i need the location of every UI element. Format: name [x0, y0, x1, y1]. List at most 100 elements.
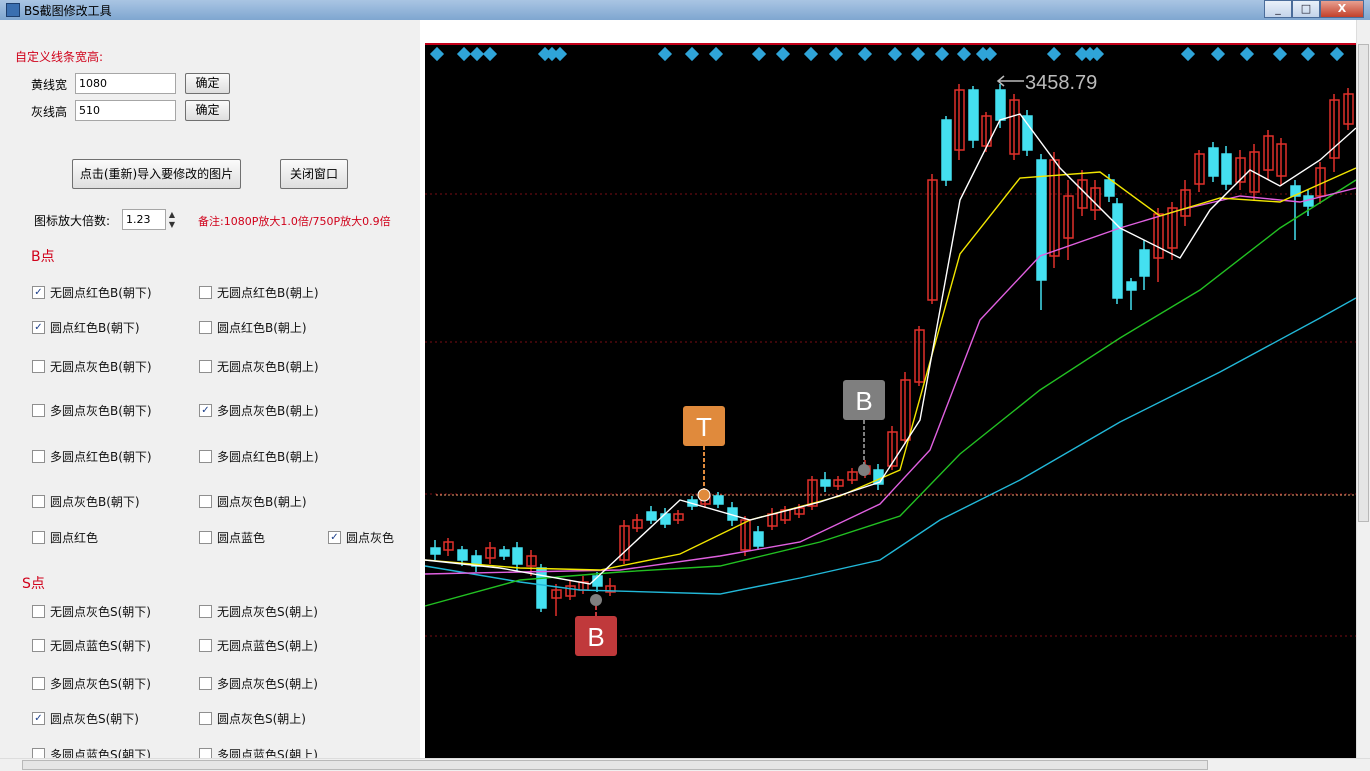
unchecked-box-icon[interactable] — [32, 404, 45, 417]
candle-body — [457, 549, 468, 561]
candle-body — [820, 479, 831, 487]
chart-image-area: T B B 3458.79 — [420, 20, 1357, 758]
option-label: 无圆点红色B(朝下) — [50, 286, 152, 300]
zoom-note: 备注:1080P放大1.0倍/750P放大0.9倍 — [198, 215, 391, 228]
option-label: 多圆点灰色S(朝下) — [50, 677, 151, 691]
option-checkbox[interactable]: 多圆点灰色S(朝下) — [32, 675, 151, 692]
option-checkbox[interactable]: ✓ 圆点灰色S(朝下) — [32, 710, 139, 727]
unchecked-box-icon[interactable] — [32, 605, 45, 618]
option-checkbox[interactable]: 圆点红色B(朝上) — [199, 319, 307, 336]
option-label: 圆点灰色B(朝下) — [50, 495, 140, 509]
checked-box-icon[interactable]: ✓ — [328, 531, 341, 544]
option-checkbox[interactable]: 多圆点灰色S(朝上) — [199, 675, 318, 692]
vertical-scrollbar[interactable] — [1356, 20, 1370, 758]
title-bar: BS截图修改工具 _ □ X — [0, 0, 1370, 20]
unchecked-box-icon[interactable] — [199, 605, 212, 618]
zoom-label: 图标放大倍数: — [34, 214, 111, 228]
yellow-width-label: 黄线宽 — [31, 78, 68, 92]
option-label: 多圆点灰色B(朝下) — [50, 404, 152, 418]
candle-body — [753, 531, 764, 547]
zoom-input[interactable]: 1.23 — [122, 209, 166, 230]
option-checkbox[interactable]: 无圆点灰色S(朝下) — [32, 603, 151, 620]
option-checkbox[interactable]: 无圆点灰色S(朝上) — [199, 603, 318, 620]
checked-box-icon[interactable]: ✓ — [32, 286, 45, 299]
marker-dot — [697, 488, 711, 502]
import-image-button[interactable]: 点击(重新)导入要修改的图片 — [72, 159, 241, 189]
yellow-width-input[interactable]: 1080 — [75, 73, 176, 94]
option-label: 无圆点蓝色S(朝上) — [217, 639, 318, 653]
maximize-button[interactable]: □ — [1292, 0, 1320, 18]
checked-box-icon[interactable]: ✓ — [32, 321, 45, 334]
peak-price-label: 3458.79 — [1025, 72, 1097, 94]
unchecked-box-icon[interactable] — [199, 531, 212, 544]
candle-body — [1221, 153, 1232, 185]
option-checkbox[interactable]: ✓ 无圆点红色B(朝下) — [32, 284, 152, 301]
option-checkbox[interactable]: 多圆点红色B(朝下) — [32, 448, 152, 465]
option-label: 多圆点红色B(朝上) — [217, 450, 319, 464]
vertical-scroll-thumb[interactable] — [1358, 44, 1369, 522]
unchecked-box-icon[interactable] — [32, 360, 45, 373]
option-label: 圆点灰色B(朝上) — [217, 495, 307, 509]
unchecked-box-icon[interactable] — [199, 286, 212, 299]
zoom-spinner[interactable]: ▲ ▼ — [167, 210, 177, 230]
marker-letter: T — [696, 412, 712, 442]
gray-height-label: 灰线高 — [31, 105, 68, 119]
option-checkbox[interactable]: ✓ 圆点灰色 — [328, 529, 394, 546]
candle-body — [1126, 281, 1137, 291]
option-checkbox[interactable]: 圆点灰色S(朝上) — [199, 710, 306, 727]
unchecked-box-icon[interactable] — [199, 321, 212, 334]
option-checkbox[interactable]: 无圆点灰色B(朝下) — [32, 358, 152, 375]
app-icon — [6, 3, 20, 17]
candle-body — [660, 513, 671, 525]
candle-body — [512, 547, 523, 565]
unchecked-box-icon[interactable] — [32, 639, 45, 652]
confirm-yellow-button[interactable]: 确定 — [185, 73, 230, 94]
candle-body — [1139, 249, 1150, 277]
unchecked-box-icon[interactable] — [32, 677, 45, 690]
option-checkbox[interactable]: 多圆点红色B(朝上) — [199, 448, 319, 465]
unchecked-box-icon[interactable] — [199, 495, 212, 508]
close-button[interactable]: X — [1320, 0, 1364, 18]
option-label: 无圆点灰色S(朝下) — [50, 605, 151, 619]
close-window-button[interactable]: 关闭窗口 — [280, 159, 348, 189]
unchecked-box-icon[interactable] — [199, 639, 212, 652]
option-checkbox[interactable]: 圆点灰色B(朝下) — [32, 493, 140, 510]
option-checkbox[interactable]: 无圆点蓝色S(朝下) — [32, 637, 151, 654]
option-label: 圆点红色B(朝下) — [50, 321, 140, 335]
option-label: 多圆点红色B(朝下) — [50, 450, 152, 464]
option-checkbox[interactable]: 无圆点红色B(朝上) — [199, 284, 319, 301]
option-checkbox[interactable]: 圆点蓝色 — [199, 529, 265, 546]
option-checkbox[interactable]: 圆点红色 — [32, 529, 98, 546]
checked-box-icon[interactable]: ✓ — [32, 712, 45, 725]
unchecked-box-icon[interactable] — [32, 531, 45, 544]
minimize-button[interactable]: _ — [1264, 0, 1292, 18]
horizontal-scrollbar[interactable] — [0, 758, 1370, 771]
option-checkbox[interactable]: ✓ 圆点红色B(朝下) — [32, 319, 140, 336]
unchecked-box-icon[interactable] — [199, 450, 212, 463]
candle-body — [941, 119, 952, 181]
gray-height-input[interactable]: 510 — [75, 100, 176, 121]
option-label: 圆点灰色 — [346, 531, 395, 545]
checked-box-icon[interactable]: ✓ — [199, 404, 212, 417]
unchecked-box-icon[interactable] — [32, 495, 45, 508]
option-checkbox[interactable]: ✓ 多圆点灰色B(朝上) — [199, 402, 319, 419]
unchecked-box-icon[interactable] — [199, 712, 212, 725]
marker-dot — [858, 464, 870, 476]
option-label: 多圆点灰色B(朝上) — [217, 404, 319, 418]
option-label: 无圆点红色B(朝上) — [217, 286, 319, 300]
unchecked-box-icon[interactable] — [199, 677, 212, 690]
option-checkbox[interactable]: 多圆点灰色B(朝下) — [32, 402, 152, 419]
candle-body — [1104, 179, 1115, 197]
b-section-title: B点 — [31, 249, 55, 265]
unchecked-box-icon[interactable] — [32, 450, 45, 463]
candle-body — [713, 495, 724, 505]
option-label: 无圆点灰色B(朝上) — [217, 360, 319, 374]
unchecked-box-icon[interactable] — [199, 360, 212, 373]
option-checkbox[interactable]: 圆点灰色B(朝上) — [199, 493, 307, 510]
option-label: 无圆点灰色B(朝下) — [50, 360, 152, 374]
confirm-gray-button[interactable]: 确定 — [185, 100, 230, 121]
option-checkbox[interactable]: 无圆点灰色B(朝上) — [199, 358, 319, 375]
option-checkbox[interactable]: 无圆点蓝色S(朝上) — [199, 637, 318, 654]
option-label: 圆点红色 — [50, 531, 99, 545]
horizontal-scroll-thumb[interactable] — [22, 760, 1208, 770]
